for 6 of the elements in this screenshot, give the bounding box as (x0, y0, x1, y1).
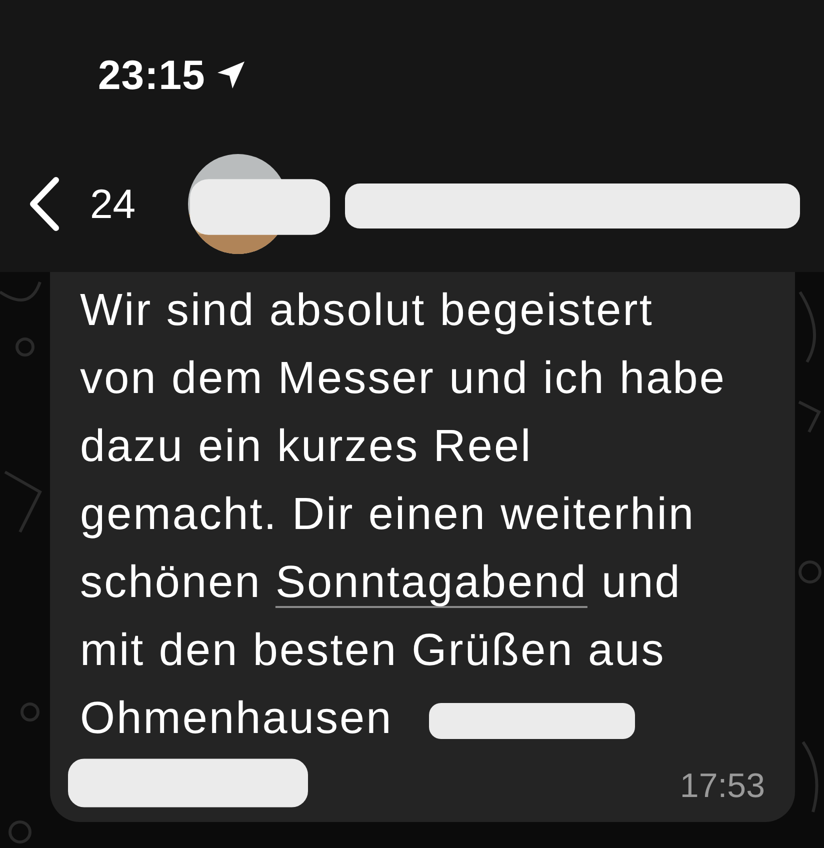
message-time: 17:53 (680, 767, 765, 806)
status-time: 23:15 (98, 52, 206, 98)
back-button[interactable]: 24 (28, 176, 136, 232)
chevron-left-icon (28, 176, 60, 232)
message-text: Wir sind absolut begeistert von dem Messer und ich habe dazu ein kurzes Reel gemacht. Dir einen weiterhin schönen Sonntagabend und mit den besten Grüßen aus Ohmenhausen (80, 283, 726, 745)
date-link[interactable]: Sonntagabend (275, 556, 588, 607)
